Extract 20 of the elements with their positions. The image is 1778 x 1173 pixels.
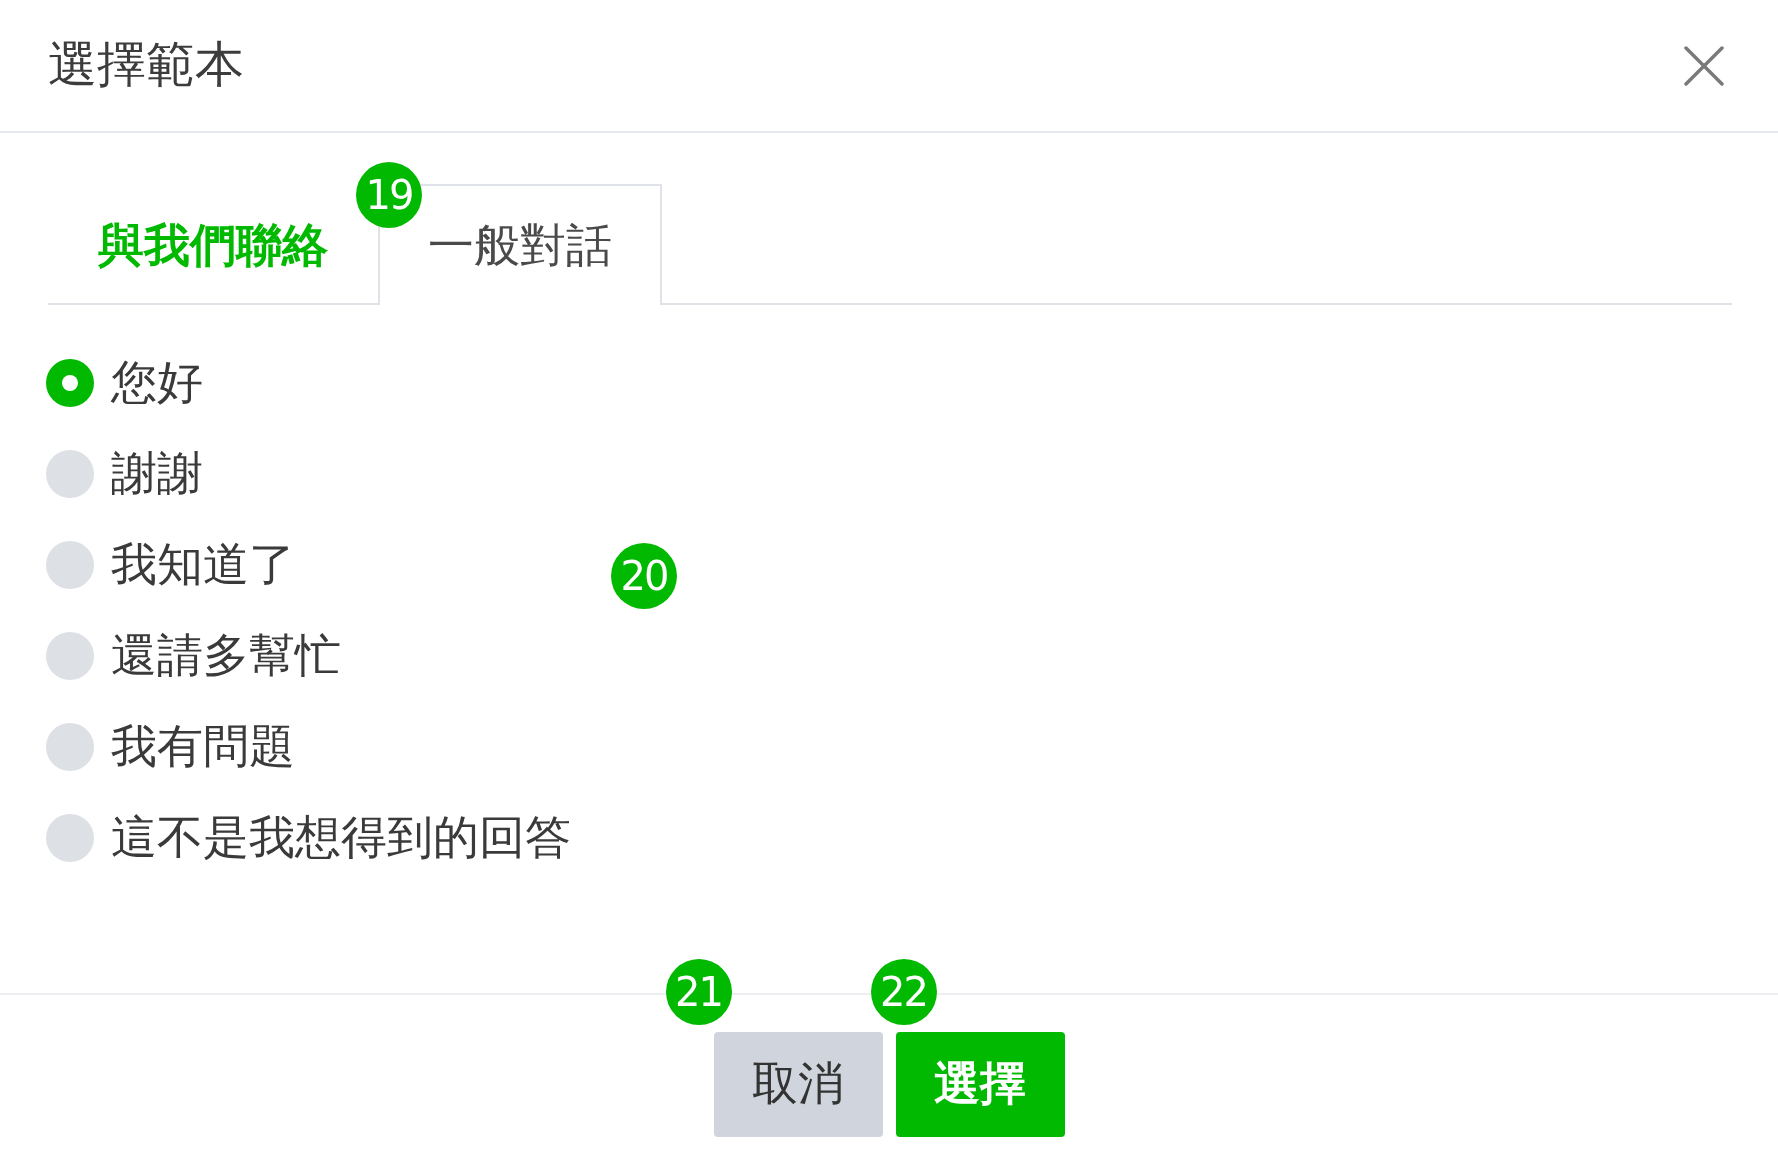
radio-option[interactable]: 謝謝 xyxy=(46,428,203,519)
radio-icon[interactable] xyxy=(46,813,94,862)
radio-option[interactable]: 您好 xyxy=(46,337,203,428)
number-badge: 20 xyxy=(611,543,677,609)
number-badge: 21 xyxy=(665,958,732,1025)
radio-icon[interactable] xyxy=(46,631,94,680)
radio-option[interactable]: 我知道了 xyxy=(46,519,295,610)
radio-option[interactable]: 這不是我想得到的回答 xyxy=(46,792,571,883)
cancel-button[interactable]: 取消 xyxy=(713,1031,883,1137)
radio-icon[interactable] xyxy=(46,358,94,407)
number-badge: 19 xyxy=(356,162,422,228)
radio-icon[interactable] xyxy=(46,722,94,771)
dialog-title: 選擇範本 xyxy=(48,36,244,95)
radio-icon[interactable] xyxy=(46,540,94,589)
radio-option[interactable]: 還請多幫忙 xyxy=(46,610,341,701)
close-icon xyxy=(1684,45,1724,86)
radio-icon[interactable] xyxy=(46,449,94,498)
radio-option[interactable]: 我有問題 xyxy=(46,701,295,792)
close-button[interactable] xyxy=(1684,45,1724,86)
number-badge: 22 xyxy=(870,958,937,1025)
